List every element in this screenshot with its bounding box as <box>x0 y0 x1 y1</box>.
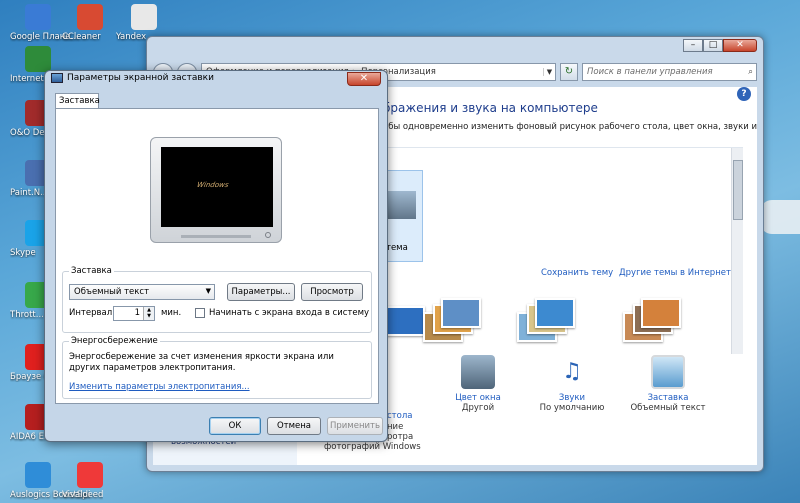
preview-monitor: Windows <box>150 137 282 243</box>
desktop-icon-label: CCleaner <box>62 32 101 42</box>
desktop-bg-sub-3: фотографий Windows <box>324 442 421 452</box>
screensaver-select[interactable]: Объемный текст ▼ <box>69 284 215 300</box>
screensaver-sub: Объемный текст <box>630 403 706 413</box>
theme-list: тема Сохранить тему Другие темы в Интерн… <box>383 147 743 354</box>
page-description: обы одновременно изменить фоновый рисуно… <box>383 122 757 132</box>
theme-name: тема <box>386 243 408 253</box>
logon-checkbox[interactable] <box>195 308 205 318</box>
screensaver-select-value: Объемный текст <box>74 287 150 297</box>
preview-button[interactable]: Просмотр <box>301 283 363 301</box>
desktop-icon[interactable]: CCleaner <box>62 4 118 42</box>
wallpaper-plane <box>760 200 800 234</box>
dialog-title: Параметры экранной заставки <box>67 73 214 83</box>
apply-button[interactable]: Применить <box>327 417 383 435</box>
app-icon <box>131 4 157 30</box>
search-placeholder: Поиск в панели управления <box>587 66 713 77</box>
theme-thumbnails <box>383 290 747 350</box>
caption-buttons: – □ ✕ <box>683 39 757 52</box>
window-color-title: Цвет окна <box>455 393 501 403</box>
personalization-options: Цвет окна Другой ♫ Звуки По умолчанию За… <box>383 355 743 425</box>
interval-stepper[interactable]: 1 ▲ ▼ <box>113 306 155 321</box>
screensaver-icon <box>651 355 685 389</box>
logon-checkbox-label[interactable]: Начинать с экрана входа в систему <box>209 308 369 318</box>
chevron-down-icon: ▼ <box>205 287 211 295</box>
theme-item[interactable] <box>419 298 481 346</box>
dialog-close-button[interactable]: ✕ <box>347 72 381 86</box>
energy-settings-link[interactable]: Изменить параметры электропитания... <box>69 382 250 392</box>
energy-group-label: Энергосбережение <box>69 336 160 346</box>
screensaver-dialog: Параметры экранной заставки ✕ Заставка W… <box>44 70 388 442</box>
sounds-title: Звуки <box>558 393 586 403</box>
preview-text: Windows <box>196 181 230 189</box>
window-color-sub: Другой <box>461 403 495 413</box>
ok-button[interactable]: ОК <box>209 417 261 435</box>
window-color-icon <box>461 355 495 389</box>
desktop-icon[interactable]: Google Плане... <box>10 4 79 42</box>
app-icon <box>25 462 51 488</box>
preview-screen: Windows <box>161 147 273 227</box>
theme-item[interactable] <box>619 298 681 346</box>
tab-body: Windows Заставка Объемный текст ▼ Параме… <box>55 108 379 404</box>
energy-group: Энергосбережение Энергосбережение за сче… <box>62 336 372 399</box>
theme-thumbnail <box>388 191 416 219</box>
interval-label: Интервал: <box>69 308 116 318</box>
window-color-item[interactable]: Цвет окна Другой <box>433 355 523 413</box>
app-icon <box>25 46 51 72</box>
desktop-bg-sub-2: ротра <box>387 432 414 442</box>
desktop-icon-label: Skype <box>10 248 36 258</box>
chevron-down-icon[interactable]: ▼ <box>543 67 555 76</box>
power-icon <box>265 232 271 238</box>
params-button[interactable]: Параметры... <box>227 283 295 301</box>
sounds-sub: По умолчанию <box>539 403 605 413</box>
energy-text: Энергосбережение за счет изменения яркос… <box>69 352 334 373</box>
help-icon[interactable]: ? <box>737 87 751 101</box>
desktop-icon[interactable]: Vivaldi <box>62 462 118 500</box>
app-icon <box>77 4 103 30</box>
screensaver-title: Заставка <box>647 393 689 403</box>
save-theme-link[interactable]: Сохранить тему <box>541 268 613 278</box>
interval-unit: мин. <box>161 308 182 318</box>
selected-theme[interactable]: тема <box>383 170 423 262</box>
desktop-icon[interactable]: Yandex <box>116 4 172 42</box>
tab-screensaver[interactable]: Заставка <box>55 93 100 109</box>
dialog-titlebar: Параметры экранной заставки <box>51 73 214 83</box>
refresh-icon[interactable]: ↻ <box>560 62 578 81</box>
app-icon <box>77 462 103 488</box>
theme-item[interactable] <box>513 298 575 346</box>
spin-arrows-icon[interactable]: ▲ ▼ <box>143 307 154 320</box>
search-input[interactable]: Поиск в панели управления ⌕ <box>582 62 757 81</box>
screensaver-group: Заставка Объемный текст ▼ Параметры... П… <box>62 266 372 333</box>
more-themes-link[interactable]: Другие темы в Интернете <box>619 268 736 278</box>
cancel-button[interactable]: Отмена <box>267 417 321 435</box>
desktop-bg-title[interactable]: стола <box>387 411 412 421</box>
desktop-icon-label: Thrott... <box>10 310 44 320</box>
screensaver-item[interactable]: Заставка Объемный текст <box>623 355 713 413</box>
desktop-bg-sub-1: ние <box>387 422 404 432</box>
app-icon <box>25 4 51 30</box>
maximize-button[interactable]: □ <box>703 39 723 52</box>
music-note-icon: ♫ <box>562 359 582 384</box>
monitor-icon <box>51 73 63 83</box>
theme-scrollbar[interactable] <box>731 148 743 354</box>
monitor-strip <box>181 235 251 238</box>
page-title: бражения и звука на компьютере <box>383 101 598 115</box>
close-button[interactable]: ✕ <box>723 39 757 52</box>
desktop-icon-label: Paint.N... <box>10 188 49 198</box>
interval-value: 1 <box>134 308 140 318</box>
desktop-icon-label: Vivaldi <box>62 490 91 500</box>
scrollbar-thumb[interactable] <box>733 160 743 220</box>
desktop-icon[interactable]: Auslogics BoostSpeed <box>10 462 103 500</box>
desktop-icon-label: Yandex <box>116 32 147 42</box>
minimize-button[interactable]: – <box>683 39 703 52</box>
search-icon[interactable]: ⌕ <box>748 67 753 77</box>
screensaver-group-label: Заставка <box>69 266 114 276</box>
sounds-item[interactable]: ♫ Звуки По умолчанию <box>527 355 617 413</box>
